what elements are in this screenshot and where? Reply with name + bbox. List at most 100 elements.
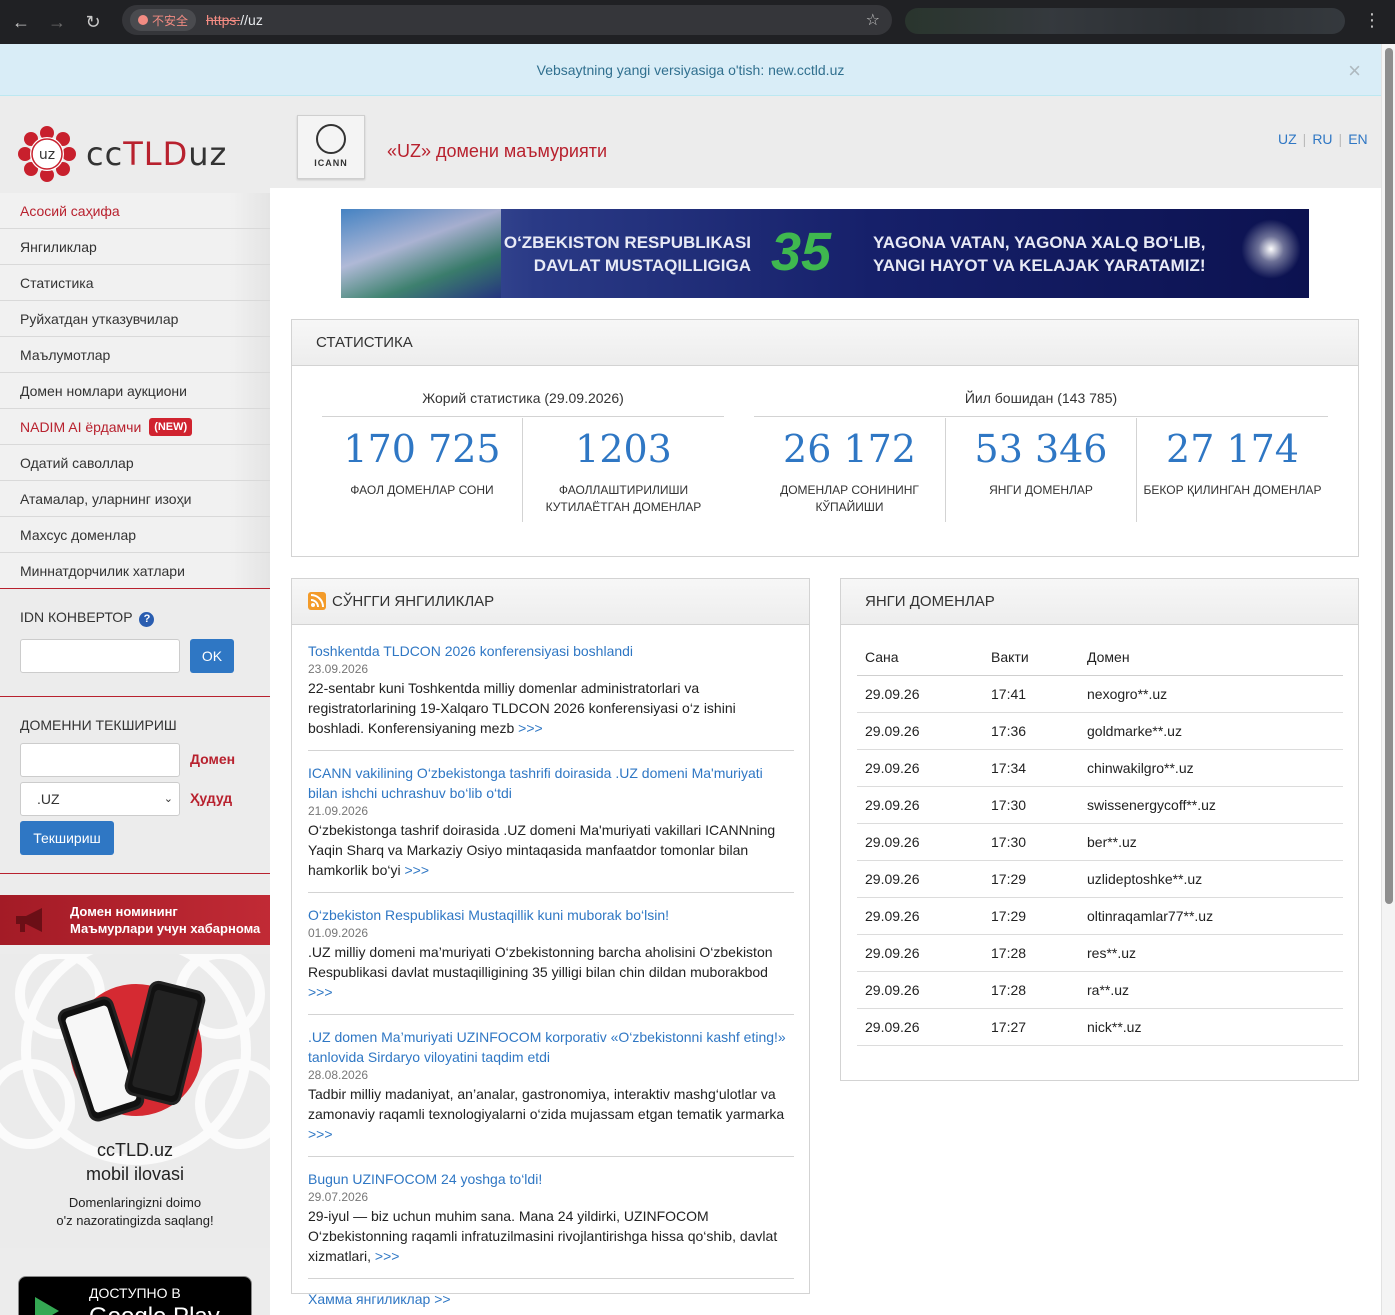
idn-converter: IDN КОНВЕРТОР ? OK bbox=[0, 588, 270, 698]
table-header-row: Сана Вакти Домен bbox=[857, 639, 1343, 676]
promo-title-line1: ccTLD.uz bbox=[96, 1140, 174, 1160]
banner-left-line2: DAVLAT MUSTAQILLIGIGA bbox=[533, 256, 751, 275]
divider bbox=[754, 416, 1328, 417]
google-play-line2: Google Play bbox=[89, 1303, 220, 1315]
domain-input[interactable] bbox=[20, 743, 180, 777]
domain-time: 17:36 bbox=[991, 723, 1027, 739]
read-more-link[interactable]: >>> bbox=[308, 984, 333, 1000]
news-item-title[interactable]: O‘zbekiston Respublikasi Mustaqillik kun… bbox=[308, 905, 794, 925]
domain-time: 17:30 bbox=[991, 834, 1027, 850]
zone-select-value: .UZ bbox=[37, 791, 60, 807]
menu-item-information[interactable]: Маълумотлар bbox=[0, 337, 270, 373]
chevron-down-icon: ⌄ bbox=[163, 793, 173, 805]
read-more-link[interactable]: >>> bbox=[518, 720, 543, 736]
current-stats-title: Жорий статистика (29.09.2026) bbox=[422, 390, 624, 406]
stat-label: ДОМЕНЛАР СОНИНИНГ КЎПАЙИШИ bbox=[780, 483, 919, 514]
promo-title: ccTLD.uz mobil ilovasi bbox=[0, 1138, 270, 1186]
idn-ok-button[interactable]: OK bbox=[190, 639, 234, 673]
domain-time: 17:28 bbox=[991, 982, 1027, 998]
domain-date: 29.09.26 bbox=[865, 871, 920, 887]
help-icon[interactable]: ? bbox=[139, 612, 155, 627]
menu-item-home[interactable]: Асосий саҳифа bbox=[0, 193, 270, 229]
notice-text[interactable]: Vebsaytning yangi versiyasiga o'tish: ne… bbox=[537, 62, 845, 78]
domain-date: 29.09.26 bbox=[865, 686, 920, 702]
news-item-text: Tadbir milliy madaniyat, an’analar, gast… bbox=[308, 1086, 785, 1142]
back-icon[interactable]: ← bbox=[6, 7, 36, 37]
idn-input[interactable] bbox=[20, 639, 180, 673]
menu-item-auction[interactable]: Домен номлари аукциони bbox=[0, 373, 270, 409]
table-row: 29.09.26 17:34 chinwakilgro**.uz bbox=[857, 750, 1343, 787]
stat-label: ЯНГИ ДОМЕНЛАР bbox=[989, 483, 1093, 497]
menu-item-nadim-label: NADIM AI ёрдамчи bbox=[20, 419, 142, 435]
google-play-button[interactable]: ДОСТУПНО В Google Play bbox=[18, 1276, 252, 1315]
stat-new-domains: 53 346 ЯНГИ ДОМЕНЛАР bbox=[946, 418, 1136, 522]
forward-icon[interactable]: → bbox=[42, 7, 72, 37]
menu-item-glossary[interactable]: Атамалар, уларнинг изоҳи bbox=[0, 481, 270, 517]
notification-banner[interactable]: Домен номининг Маъмурлари учун хабарнома bbox=[0, 895, 270, 945]
domain-date: 29.09.26 bbox=[865, 982, 920, 998]
menu-item-thank-you-letters[interactable]: Миннатдорчилик хатлари bbox=[0, 553, 270, 589]
news-item-text: 29-iyul — biz uchun muhim sana. Mana 24 … bbox=[308, 1208, 778, 1264]
mobile-app-promo[interactable]: ccTLD.uz mobil ilovasi Domenlaringizni do… bbox=[0, 954, 270, 1248]
banner-right-line2: YANGI HAYOT VA KELAJAK YARATAMIZ! bbox=[873, 256, 1206, 275]
domain-date: 29.09.26 bbox=[865, 760, 920, 776]
domain-time: 17:34 bbox=[991, 760, 1027, 776]
domain-time: 17:41 bbox=[991, 686, 1027, 702]
close-icon[interactable]: × bbox=[1348, 58, 1361, 84]
zone-select[interactable]: .UZ ⌄ bbox=[20, 782, 180, 816]
icann-logo[interactable]: ICANN bbox=[297, 115, 365, 179]
news-item-title[interactable]: Toshkentda TLDCON 2026 konferensiyasi bo… bbox=[308, 641, 794, 661]
read-more-link[interactable]: >>> bbox=[404, 862, 429, 878]
news-item-title[interactable]: .UZ domen Ma’muriyati UZINFOCOM korporat… bbox=[308, 1027, 794, 1067]
menu-item-news[interactable]: Янгиликлар bbox=[0, 229, 270, 265]
address-bar[interactable]: 不安全 https://uz ☆ bbox=[122, 5, 892, 35]
check-button[interactable]: Текшириш bbox=[20, 821, 114, 855]
bookmark-star-icon[interactable]: ☆ bbox=[866, 10, 880, 30]
url-text[interactable]: https://uz bbox=[206, 12, 263, 28]
column-header: Вакти bbox=[991, 649, 1029, 665]
menu-item-faq[interactable]: Одатий саволлар bbox=[0, 445, 270, 481]
page-scrollbar[interactable] bbox=[1381, 44, 1395, 1315]
news-header: СЎНГГИ ЯНГИЛИКЛАР bbox=[292, 579, 809, 625]
stat-value: 170 725 bbox=[343, 427, 501, 471]
lang-ru[interactable]: RU bbox=[1312, 131, 1332, 147]
domain-name: oltinraqamlar77**.uz bbox=[1087, 908, 1214, 924]
reload-icon[interactable]: ↻ bbox=[78, 7, 108, 37]
divider bbox=[0, 873, 270, 874]
menu-item-statistics[interactable]: Статистика bbox=[0, 265, 270, 301]
cctld-logo-icon: uz bbox=[18, 126, 76, 182]
idn-title: IDN КОНВЕРТОР ? bbox=[20, 609, 155, 627]
site-logo[interactable]: uz ccTLDuz bbox=[18, 126, 227, 182]
lang-en[interactable]: EN bbox=[1348, 131, 1367, 147]
news-item-date: 28.08.2026 bbox=[308, 1068, 369, 1082]
news-item-title[interactable]: ICANN vakilining O‘zbekistonga tashrifi … bbox=[308, 763, 794, 803]
site-title: «UZ» домени маъмурияти bbox=[387, 141, 608, 161]
news-item: Toshkentda TLDCON 2026 konferensiyasi bo… bbox=[308, 641, 794, 751]
menu-item-nadim-ai[interactable]: NADIM AI ёрдамчи (NEW) bbox=[0, 409, 270, 445]
new-version-notice: Vebsaytning yangi versiyasiga o'tish: ne… bbox=[0, 44, 1381, 96]
zone-label: Ҳудуд bbox=[190, 790, 233, 806]
read-more-link[interactable]: >>> bbox=[308, 1126, 333, 1142]
domain-date: 29.09.26 bbox=[865, 797, 920, 813]
security-indicator[interactable]: 不安全 bbox=[130, 9, 197, 31]
news-list: Toshkentda TLDCON 2026 konferensiyasi bo… bbox=[308, 641, 794, 1307]
domain-name: chinwakilgro**.uz bbox=[1087, 760, 1194, 776]
news-item: .UZ domen Ma’muriyati UZINFOCOM korporat… bbox=[308, 1027, 794, 1157]
notification-line1: Домен номининг bbox=[70, 904, 178, 919]
menu-item-special-domains[interactable]: Махсус доменлар bbox=[0, 517, 270, 553]
browser-menu-icon[interactable]: ⋮ bbox=[1363, 11, 1381, 29]
read-more-link[interactable]: >>> bbox=[375, 1248, 400, 1264]
domain-name: goldmarke**.uz bbox=[1087, 723, 1182, 739]
scrollbar-thumb[interactable] bbox=[1385, 48, 1393, 904]
news-item: O‘zbekiston Respublikasi Mustaqillik kun… bbox=[308, 905, 794, 1015]
independence-banner[interactable]: O‘ZBEKISTON RESPUBLIKASI DAVLAT MUSTAQILL… bbox=[341, 209, 1309, 298]
table-row: 29.09.26 17:29 oltinraqamlar77**.uz bbox=[857, 898, 1343, 935]
url-host: //uz bbox=[240, 12, 263, 28]
stat-value: 26 172 bbox=[783, 427, 916, 471]
menu-item-registrars[interactable]: Руйхатдан утказувчилар bbox=[0, 301, 270, 337]
rss-icon[interactable] bbox=[308, 592, 326, 610]
table-row: 29.09.26 17:30 swissenergycoff**.uz bbox=[857, 787, 1343, 824]
all-news-link[interactable]: Хамма янгиликлар >> bbox=[308, 1291, 794, 1307]
lang-uz[interactable]: UZ bbox=[1278, 131, 1297, 147]
news-item-title[interactable]: Bugun UZINFOCOM 24 yoshga to‘ldi! bbox=[308, 1169, 794, 1189]
